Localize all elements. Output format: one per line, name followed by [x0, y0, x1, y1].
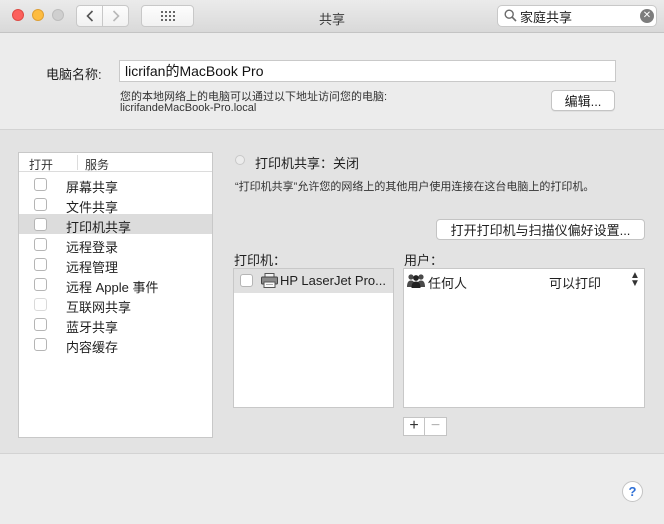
service-checkbox[interactable]: [34, 258, 47, 271]
service-row-screen-sharing[interactable]: 屏幕共享: [19, 174, 212, 195]
user-name: 任何人: [428, 276, 468, 291]
service-row-printer-sharing[interactable]: 打印机共享: [19, 214, 212, 235]
service-row-internet-sharing[interactable]: 互联网共享: [19, 294, 212, 315]
open-printer-preferences-button[interactable]: 打开打印机与扫描仪偏好设置...: [436, 219, 645, 240]
computer-name-label: 电脑名称:: [46, 67, 102, 82]
grid-icon: [160, 11, 175, 21]
add-user-button[interactable]: +: [404, 418, 425, 435]
column-header-service[interactable]: 服务: [85, 156, 109, 173]
printer-icon: [261, 273, 278, 288]
service-checkbox: [34, 298, 47, 311]
column-header-on[interactable]: 打开: [29, 156, 53, 173]
service-checkbox[interactable]: [34, 178, 47, 191]
search-icon: [504, 9, 517, 22]
user-permission-select[interactable]: 可以打印: [549, 273, 601, 292]
users-label: 用户：: [404, 253, 444, 268]
clear-icon[interactable]: ✕: [640, 9, 654, 23]
forward-button[interactable]: [102, 5, 129, 27]
column-divider: [77, 155, 78, 170]
show-all-button[interactable]: [141, 5, 194, 27]
service-row-remote-apple-events[interactable]: 远程 Apple 事件: [19, 274, 212, 295]
status-indicator: [235, 155, 245, 165]
service-checkbox[interactable]: [34, 278, 47, 291]
service-checkbox[interactable]: [34, 198, 47, 211]
printer-sharing-status: 打印机共享：关闭: [255, 156, 360, 171]
printer-checkbox[interactable]: [240, 274, 253, 287]
zoom-window-button[interactable]: [52, 9, 64, 21]
service-checkbox[interactable]: [34, 218, 47, 231]
printer-sharing-description: “打印机共享”允许您的网络上的其他用户使用连接在这台电脑上的打印机。: [235, 181, 595, 193]
printers-label: 打印机：: [234, 253, 287, 268]
service-label: 内容缓存: [66, 340, 119, 355]
printer-row[interactable]: HP LaserJet Pro...: [234, 269, 393, 293]
service-row-remote-login[interactable]: 远程登录: [19, 234, 212, 255]
edit-button[interactable]: 编辑...: [551, 90, 615, 111]
service-row-bluetooth-sharing[interactable]: 蓝牙共享: [19, 314, 212, 335]
network-address: licrifandeMacBook-Pro.local: [120, 102, 257, 114]
printers-list: HP LaserJet Pro...: [233, 268, 394, 408]
search-input[interactable]: [520, 7, 634, 25]
help-button[interactable]: ?: [622, 481, 643, 502]
service-row-content-caching[interactable]: 内容缓存: [19, 334, 212, 355]
computer-name-field[interactable]: [119, 60, 616, 82]
back-button[interactable]: [76, 5, 103, 27]
remove-user-button[interactable]: −: [425, 418, 446, 435]
service-checkbox[interactable]: [34, 318, 47, 331]
services-table-header: 打开 服务: [19, 153, 212, 172]
users-list: 任何人 可以打印 ▲ ▼: [403, 268, 645, 408]
printer-name: HP LaserJet Pro...: [280, 273, 386, 288]
services-table: 打开 服务 屏幕共享 文件共享 打印机共享 远程登录 远程管理 远程 Apple…: [18, 152, 213, 438]
service-row-file-sharing[interactable]: 文件共享: [19, 194, 212, 215]
group-icon: [407, 274, 425, 288]
minimize-window-button[interactable]: [32, 9, 44, 21]
chevron-up-down-icon[interactable]: ▲ ▼: [630, 271, 640, 289]
back-icon: [85, 10, 93, 22]
add-remove-user-control: + −: [403, 417, 447, 436]
close-window-button[interactable]: [12, 9, 24, 21]
service-checkbox[interactable]: [34, 338, 47, 351]
service-row-remote-management[interactable]: 远程管理: [19, 254, 212, 275]
service-checkbox[interactable]: [34, 238, 47, 251]
search-box[interactable]: ✕: [497, 5, 657, 27]
forward-icon: [112, 10, 120, 22]
